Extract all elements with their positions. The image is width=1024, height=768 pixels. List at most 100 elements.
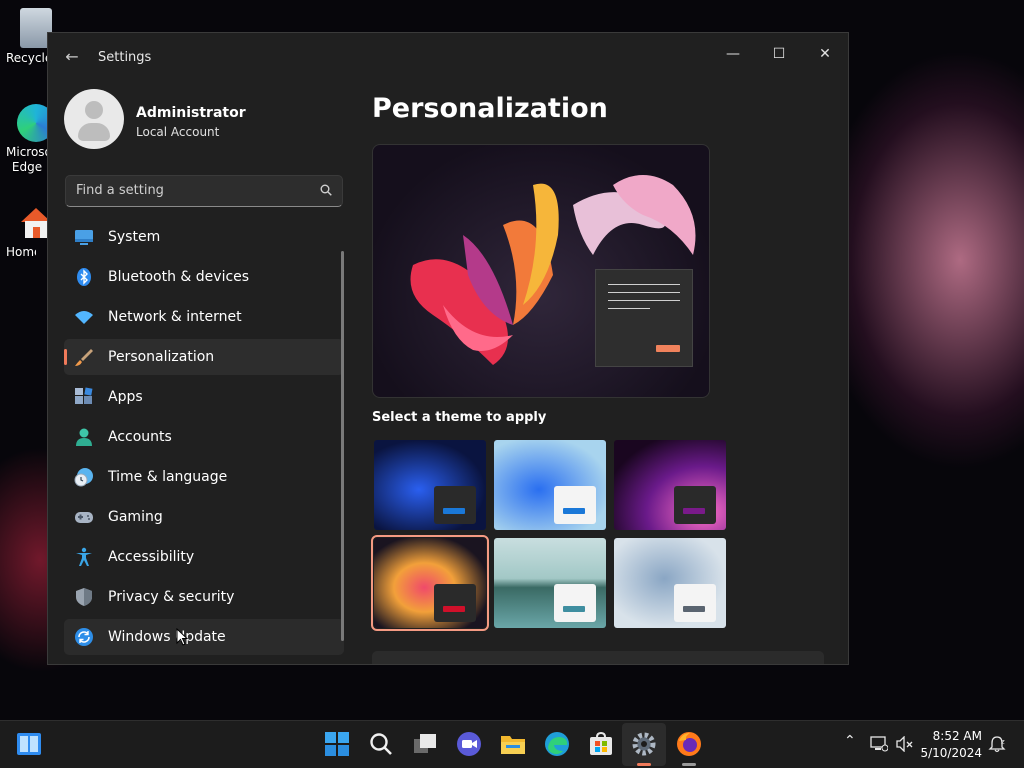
- theme-window-mock: [554, 486, 596, 524]
- chevron-up-icon[interactable]: ⌃: [844, 733, 856, 749]
- theme-tile-captured-motion[interactable]: [371, 535, 489, 631]
- account-type: Local Account: [136, 125, 220, 139]
- sidebar-item-label: Privacy & security: [108, 589, 235, 605]
- search-input[interactable]: [76, 183, 306, 198]
- back-arrow-icon: ←: [65, 47, 79, 66]
- sidebar-scrollbar[interactable]: [341, 251, 344, 641]
- store-icon[interactable]: [588, 731, 614, 757]
- firefox-running-indicator: [682, 763, 696, 766]
- widgets-icon[interactable]: [16, 731, 42, 757]
- firefox-icon[interactable]: [676, 731, 702, 757]
- sidebar-item-personalization[interactable]: Personalization: [64, 339, 344, 375]
- meet-icon[interactable]: [456, 731, 482, 757]
- sidebar-item-label: Windows Update: [108, 629, 226, 645]
- page-title: Personalization: [372, 93, 608, 124]
- shield-icon: [76, 588, 92, 606]
- sidebar-item-label: Apps: [108, 389, 143, 405]
- sidebar-item-label: Time & language: [108, 469, 228, 485]
- accessibility-icon: [76, 547, 92, 566]
- window-title: Settings: [98, 50, 152, 65]
- theme-window-mock: [674, 486, 716, 524]
- user-name: Administrator: [136, 105, 246, 121]
- theme-tile-bloom-dark[interactable]: [374, 440, 486, 530]
- gamepad-icon: [75, 512, 93, 523]
- svg-text:z: z: [1001, 738, 1005, 746]
- sidebar-item-label: Accessibility: [108, 549, 195, 565]
- maximize-button[interactable]: ☐: [756, 39, 802, 69]
- theme-window-mock: [554, 584, 596, 622]
- sidebar-item-accessibility[interactable]: Accessibility: [64, 539, 344, 575]
- update-icon: [75, 628, 93, 646]
- sidebar-item-accounts[interactable]: Accounts: [64, 419, 344, 455]
- search-icon[interactable]: [320, 184, 332, 196]
- sidebar-item-privacy[interactable]: Privacy & security: [64, 579, 344, 615]
- clock-date[interactable]: 5/10/2024: [920, 746, 982, 760]
- mouse-cursor-icon: [176, 628, 188, 646]
- theme-window-mock: [434, 584, 476, 622]
- search-box: [65, 175, 343, 207]
- sidebar-item-label: Bluetooth & devices: [108, 269, 250, 285]
- clock-time[interactable]: 8:52 AM: [933, 729, 982, 743]
- sidebar-nav: System Bluetooth & devices Network & int…: [64, 219, 344, 659]
- title-bar: ← Settings — ☐ ✕: [48, 33, 848, 79]
- theme-preview: [372, 144, 710, 398]
- theme-window-mock: [434, 486, 476, 524]
- avatar-body-shape: [78, 123, 110, 141]
- sidebar-item-windows-update[interactable]: Windows Update: [64, 619, 344, 655]
- user-profile[interactable]: Administrator Local Account: [64, 89, 334, 153]
- search-icon[interactable]: [368, 731, 394, 757]
- person-icon: [76, 428, 92, 446]
- theme-accent-swatch: [683, 508, 705, 514]
- theme-accent-swatch: [563, 508, 585, 514]
- sidebar-item-bluetooth[interactable]: Bluetooth & devices: [64, 259, 344, 295]
- theme-tile-flow[interactable]: [614, 538, 726, 628]
- display-icon: [75, 230, 93, 245]
- minimize-icon: —: [726, 46, 740, 62]
- desktop-icon-label: Home: [6, 245, 36, 259]
- back-button[interactable]: ←: [60, 45, 84, 69]
- edge-icon[interactable]: [544, 731, 570, 757]
- settings-icon[interactable]: [631, 731, 657, 757]
- minimize-button[interactable]: —: [710, 39, 756, 69]
- sidebar-item-label: Personalization: [108, 349, 215, 365]
- preview-window-mock: [595, 269, 693, 367]
- theme-accent-swatch: [563, 606, 585, 612]
- volume-muted-icon[interactable]: [896, 736, 914, 752]
- next-settings-card: [372, 651, 824, 664]
- close-button[interactable]: ✕: [802, 39, 848, 69]
- file-explorer-icon[interactable]: [500, 731, 526, 757]
- theme-tile-sunrise[interactable]: [494, 538, 606, 628]
- notification-bell-icon[interactable]: z: [988, 735, 1006, 753]
- close-icon: ✕: [819, 46, 831, 62]
- theme-window-mock: [674, 584, 716, 622]
- windows-logo-icon[interactable]: [324, 731, 350, 757]
- sidebar-item-gaming[interactable]: Gaming: [64, 499, 344, 535]
- bluetooth-icon: [77, 268, 91, 286]
- sidebar-item-time-language[interactable]: Time & language: [64, 459, 344, 495]
- network-icon[interactable]: [870, 736, 888, 752]
- sidebar-item-label: System: [108, 229, 161, 245]
- preview-line: [608, 308, 650, 309]
- sidebar-item-apps[interactable]: Apps: [64, 379, 344, 415]
- sidebar-item-system[interactable]: System: [64, 219, 344, 255]
- apps-icon: [75, 387, 93, 404]
- active-indicator: [64, 349, 67, 365]
- preview-line: [608, 300, 680, 301]
- sidebar-item-label: Network & internet: [108, 309, 242, 325]
- wifi-icon: [75, 311, 93, 324]
- preview-accent-button: [656, 345, 680, 352]
- theme-accent-swatch: [443, 508, 465, 514]
- preview-line: [608, 284, 680, 285]
- preview-line: [608, 292, 680, 293]
- theme-accent-swatch: [683, 606, 705, 612]
- settings-window: ← Settings — ☐ ✕ Administrator Local Acc…: [47, 32, 849, 665]
- theme-accent-swatch: [443, 606, 465, 612]
- theme-tile-bloom-light[interactable]: [494, 440, 606, 530]
- paintbrush-icon: [75, 349, 93, 366]
- clock-globe-icon: [74, 468, 93, 487]
- sidebar-item-label: Gaming: [108, 509, 163, 525]
- theme-tile-glow[interactable]: [614, 440, 726, 530]
- sidebar-item-network[interactable]: Network & internet: [64, 299, 344, 335]
- themes-heading: Select a theme to apply: [372, 410, 547, 425]
- task-view-icon[interactable]: [412, 731, 438, 757]
